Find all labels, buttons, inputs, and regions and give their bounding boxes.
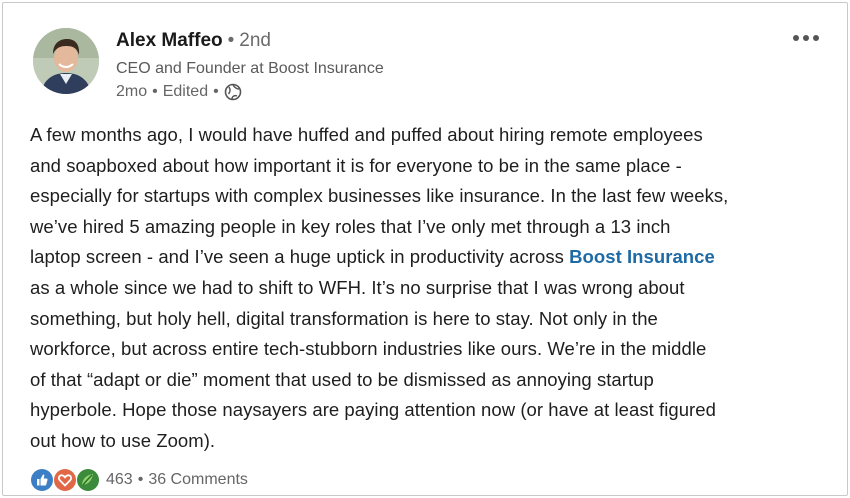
separator-dot: • [137, 471, 144, 488]
post-meta: 2mo • Edited • [116, 83, 242, 101]
connection-degree: 2nd [239, 30, 271, 51]
post-line: out how to use Zoom). [30, 429, 216, 451]
avatar-photo [33, 28, 99, 94]
like-icon [31, 469, 53, 491]
reaction-icons [31, 469, 100, 491]
author-headline: CEO and Founder at Boost Insurance [116, 60, 384, 77]
post-line: A few months ago, I would have huffed an… [30, 124, 703, 145]
post-time: 2mo [116, 83, 148, 100]
more-dot [813, 35, 819, 41]
post-line-with-link: laptop screen - and I’ve seen a huge upt… [30, 242, 830, 273]
separator-dot: • [227, 30, 235, 51]
post-line: especially for startups with complex bus… [30, 185, 729, 207]
company-link[interactable]: Boost Insurance [569, 246, 715, 267]
social-counts[interactable]: 463 • 36 Comments [31, 469, 248, 491]
post-line: as a whole since we had to shift to WFH.… [30, 276, 685, 298]
post-line: of that “adapt or die” moment that used … [30, 368, 654, 390]
post-line: something, but holy hell, digital transf… [30, 307, 658, 329]
insightful-icon [77, 469, 99, 491]
post-line: and soapboxed about how important it is … [30, 154, 682, 176]
more-dot [793, 35, 799, 41]
globe-icon [224, 83, 242, 101]
author-name[interactable]: Alex Maffeo [116, 30, 223, 52]
more-options-button[interactable] [786, 31, 826, 45]
avatar[interactable] [33, 28, 99, 94]
separator-dot: • [213, 83, 219, 100]
love-icon [54, 469, 76, 491]
more-dot [803, 35, 809, 41]
post-line: workforce, but across entire tech-stubbo… [30, 338, 707, 360]
post-line-text: laptop screen - and I’ve seen a huge upt… [30, 246, 570, 268]
edited-label: Edited [162, 83, 209, 100]
post-line: hyperbole. Hope those naysayers are payi… [30, 399, 716, 421]
separator-dot: • [152, 83, 158, 100]
reaction-count[interactable]: 463 [106, 471, 133, 489]
author-line: Alex Maffeo • 2nd [116, 30, 271, 52]
post-line: we’ve hired 5 amazing people in key role… [30, 215, 671, 237]
post-card: Alex Maffeo • 2nd CEO and Founder at Boo… [2, 2, 848, 496]
comments-count[interactable]: 36 Comments [148, 471, 248, 489]
post-body: A few months ago, I would have huffed an… [30, 120, 830, 457]
